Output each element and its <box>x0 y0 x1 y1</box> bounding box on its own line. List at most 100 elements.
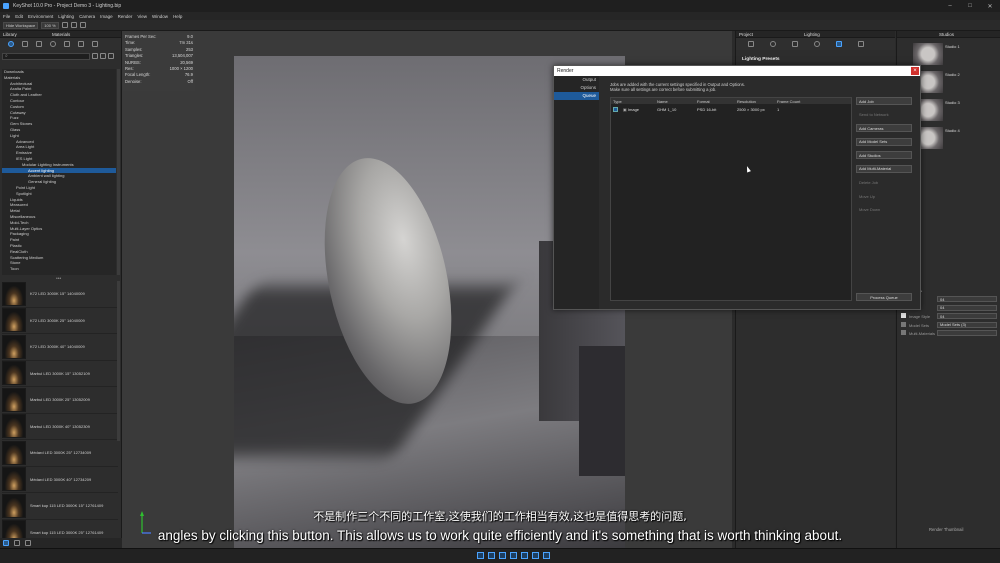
menu-file[interactable]: File <box>3 14 10 19</box>
prop-dropdown[interactable]: 04 <box>937 296 997 303</box>
library-icon[interactable] <box>488 552 495 559</box>
library-panel: Library Materials ⌕ Downloads Materials Ar… <box>0 31 122 548</box>
cpu-icon[interactable] <box>61 22 68 28</box>
import-icon[interactable] <box>477 552 484 559</box>
thumbnail-item[interactable]: Médard LED 3000K 25° 12734009 <box>2 440 118 467</box>
prop-dropdown[interactable]: 04 <box>937 304 997 311</box>
table-header: Type Name Format Resolution Frame Count <box>611 98 851 104</box>
project-icon[interactable] <box>499 552 506 559</box>
menu-camera[interactable]: Camera <box>79 14 95 19</box>
delete-job-button[interactable]: Delete Job <box>856 179 912 187</box>
nav-queue[interactable]: Queue <box>554 92 599 100</box>
prop-dropdown[interactable] <box>937 330 997 337</box>
search-input[interactable]: ⌕ <box>2 52 90 60</box>
models-tab-icon[interactable] <box>92 41 98 47</box>
lighting-tab-icon[interactable] <box>836 41 842 47</box>
favorites-tab-icon[interactable] <box>78 41 84 47</box>
menu-help[interactable]: Help <box>173 14 182 19</box>
material-tree: Downloads Materials Architectural Axalta Pa… <box>2 69 116 275</box>
prop-dropdown[interactable]: 04 <box>937 313 997 320</box>
move-up-button[interactable]: Move Up <box>856 192 912 200</box>
menu-view[interactable]: View <box>137 14 147 19</box>
menu-edit[interactable]: Edit <box>15 14 23 19</box>
library-title: Library <box>3 31 17 37</box>
render-icon[interactable] <box>532 552 539 559</box>
thumbnail-item[interactable]: Marbul LED 3000K 40° 13052309 <box>2 414 118 440</box>
studio-item-2[interactable]: Studio 2 <box>913 71 997 93</box>
send-to-network-button[interactable]: Send to Network <box>856 111 912 119</box>
move-down-button[interactable]: Move Down <box>856 206 912 214</box>
info-line: Make sure all settings are correct befor… <box>610 87 717 92</box>
maximize-button[interactable]: □ <box>960 0 980 12</box>
close-button[interactable]: ✕ <box>980 0 1000 12</box>
table-row[interactable]: ▣ Image GHM 1_10 PSD 16-bit 2500 × 3000 … <box>611 106 851 113</box>
subtitle-chinese: 不是制作三个不同的工作室,这使我们的工作相当有效,这也是值得思考的问题, <box>313 510 687 523</box>
menu-lighting[interactable]: Lighting <box>58 14 74 19</box>
job-checkbox[interactable] <box>613 106 618 112</box>
studio-item-3[interactable]: Studio 3 <box>913 99 997 121</box>
dialog-header: Render × <box>554 66 920 76</box>
studios-header: Studios <box>897 31 1000 38</box>
refresh-icon[interactable] <box>108 53 114 59</box>
studio-item-1[interactable]: Studio 1 <box>913 43 997 65</box>
render-dialog: Render × Output Options Queue Jobs are a… <box>553 65 921 310</box>
cube-shadow-side <box>579 346 625 476</box>
screenshot-icon[interactable] <box>543 552 550 559</box>
add-multi-material-button[interactable]: Add Multi-Material <box>856 164 912 173</box>
add-job-button[interactable]: Add Job <box>856 97 912 105</box>
process-queue-button[interactable]: Process Queue <box>856 293 912 301</box>
colors-tab-icon[interactable] <box>22 41 28 47</box>
thumbnail-item[interactable]: K72 LED 3000K 40° 14040009 <box>2 334 118 361</box>
prop-dropdown[interactable]: Model Sets (3) <box>937 321 997 328</box>
thumbnail-label: Marbul LED 3000K 25° 13052009 <box>30 397 90 403</box>
menu-bar: File Edit Environment Lighting Camera Im… <box>0 12 1000 20</box>
hide-workspace-button[interactable]: Hide Workspace <box>3 21 39 29</box>
thumbnail-item[interactable]: K72 LED 3000K 15° 14040009 <box>2 281 118 308</box>
camera-tab-icon[interactable] <box>792 41 798 47</box>
thumbnail-item[interactable]: Marbul LED 3000K 25° 13052009 <box>2 387 118 414</box>
studio-thumbnail <box>913 43 943 65</box>
menu-image[interactable]: Image <box>100 14 113 19</box>
environment-tab-icon[interactable] <box>814 41 820 47</box>
add-model-sets-button[interactable]: Add Model Sets <box>856 137 912 146</box>
prop-checkbox[interactable] <box>901 330 906 336</box>
image-tab-icon[interactable] <box>858 41 864 47</box>
tree-scrollbar[interactable] <box>117 69 120 275</box>
zoom-dropdown[interactable]: 100 % <box>41 21 59 29</box>
material-tab-icon[interactable] <box>770 41 776 47</box>
textures-tab-icon[interactable] <box>36 41 42 47</box>
close-icon[interactable]: × <box>911 67 919 75</box>
thumbnail-item[interactable]: K72 LED 3000K 25° 14040009 <box>2 308 118 334</box>
materials-tab-icon[interactable] <box>8 41 14 47</box>
lighting-presets-label: Lighting Presets <box>742 57 780 62</box>
thumbnail-scrollbar[interactable] <box>117 281 120 441</box>
col-frame-count: Frame Count <box>777 98 801 104</box>
folder-icon[interactable] <box>92 53 98 59</box>
keyshotxr-icon[interactable] <box>521 552 528 559</box>
tree-item[interactable]: Toon <box>2 266 116 272</box>
light-thumbnail <box>2 467 26 492</box>
minimize-button[interactable]: – <box>940 0 960 12</box>
scene-tab-icon[interactable] <box>748 41 754 47</box>
add-cameras-button[interactable]: Add Cameras <box>856 124 912 133</box>
prop-checkbox[interactable] <box>901 313 906 319</box>
pause-icon[interactable] <box>70 22 77 28</box>
studio-label: Studio 2 <box>945 72 960 77</box>
studio-item-4[interactable]: Studio 4 <box>913 127 997 149</box>
download-icon[interactable] <box>100 53 106 59</box>
environments-tab-icon[interactable] <box>50 41 56 47</box>
queue-info: Jobs are added with the current settings… <box>610 82 745 92</box>
add-studios-button[interactable]: Add Studios <box>856 151 912 160</box>
thumbnail-item[interactable]: Médard LED 3000K 40° 12734209 <box>2 467 118 493</box>
menu-environment[interactable]: Environment <box>28 14 53 19</box>
performance-icon[interactable] <box>79 22 86 28</box>
menu-render[interactable]: Render <box>118 14 133 19</box>
animation-icon[interactable] <box>510 552 517 559</box>
nav-options[interactable]: Options <box>554 84 599 92</box>
backplates-tab-icon[interactable] <box>64 41 70 47</box>
title-bar: KeyShot 10.0 Pro - Project Demo 3 - Ligh… <box>0 0 1000 12</box>
nav-output[interactable]: Output <box>554 76 599 84</box>
prop-checkbox[interactable] <box>901 321 906 327</box>
thumbnail-item[interactable]: Marbul LED 3000K 15° 13052109 <box>2 361 118 387</box>
menu-window[interactable]: Window <box>152 14 168 19</box>
